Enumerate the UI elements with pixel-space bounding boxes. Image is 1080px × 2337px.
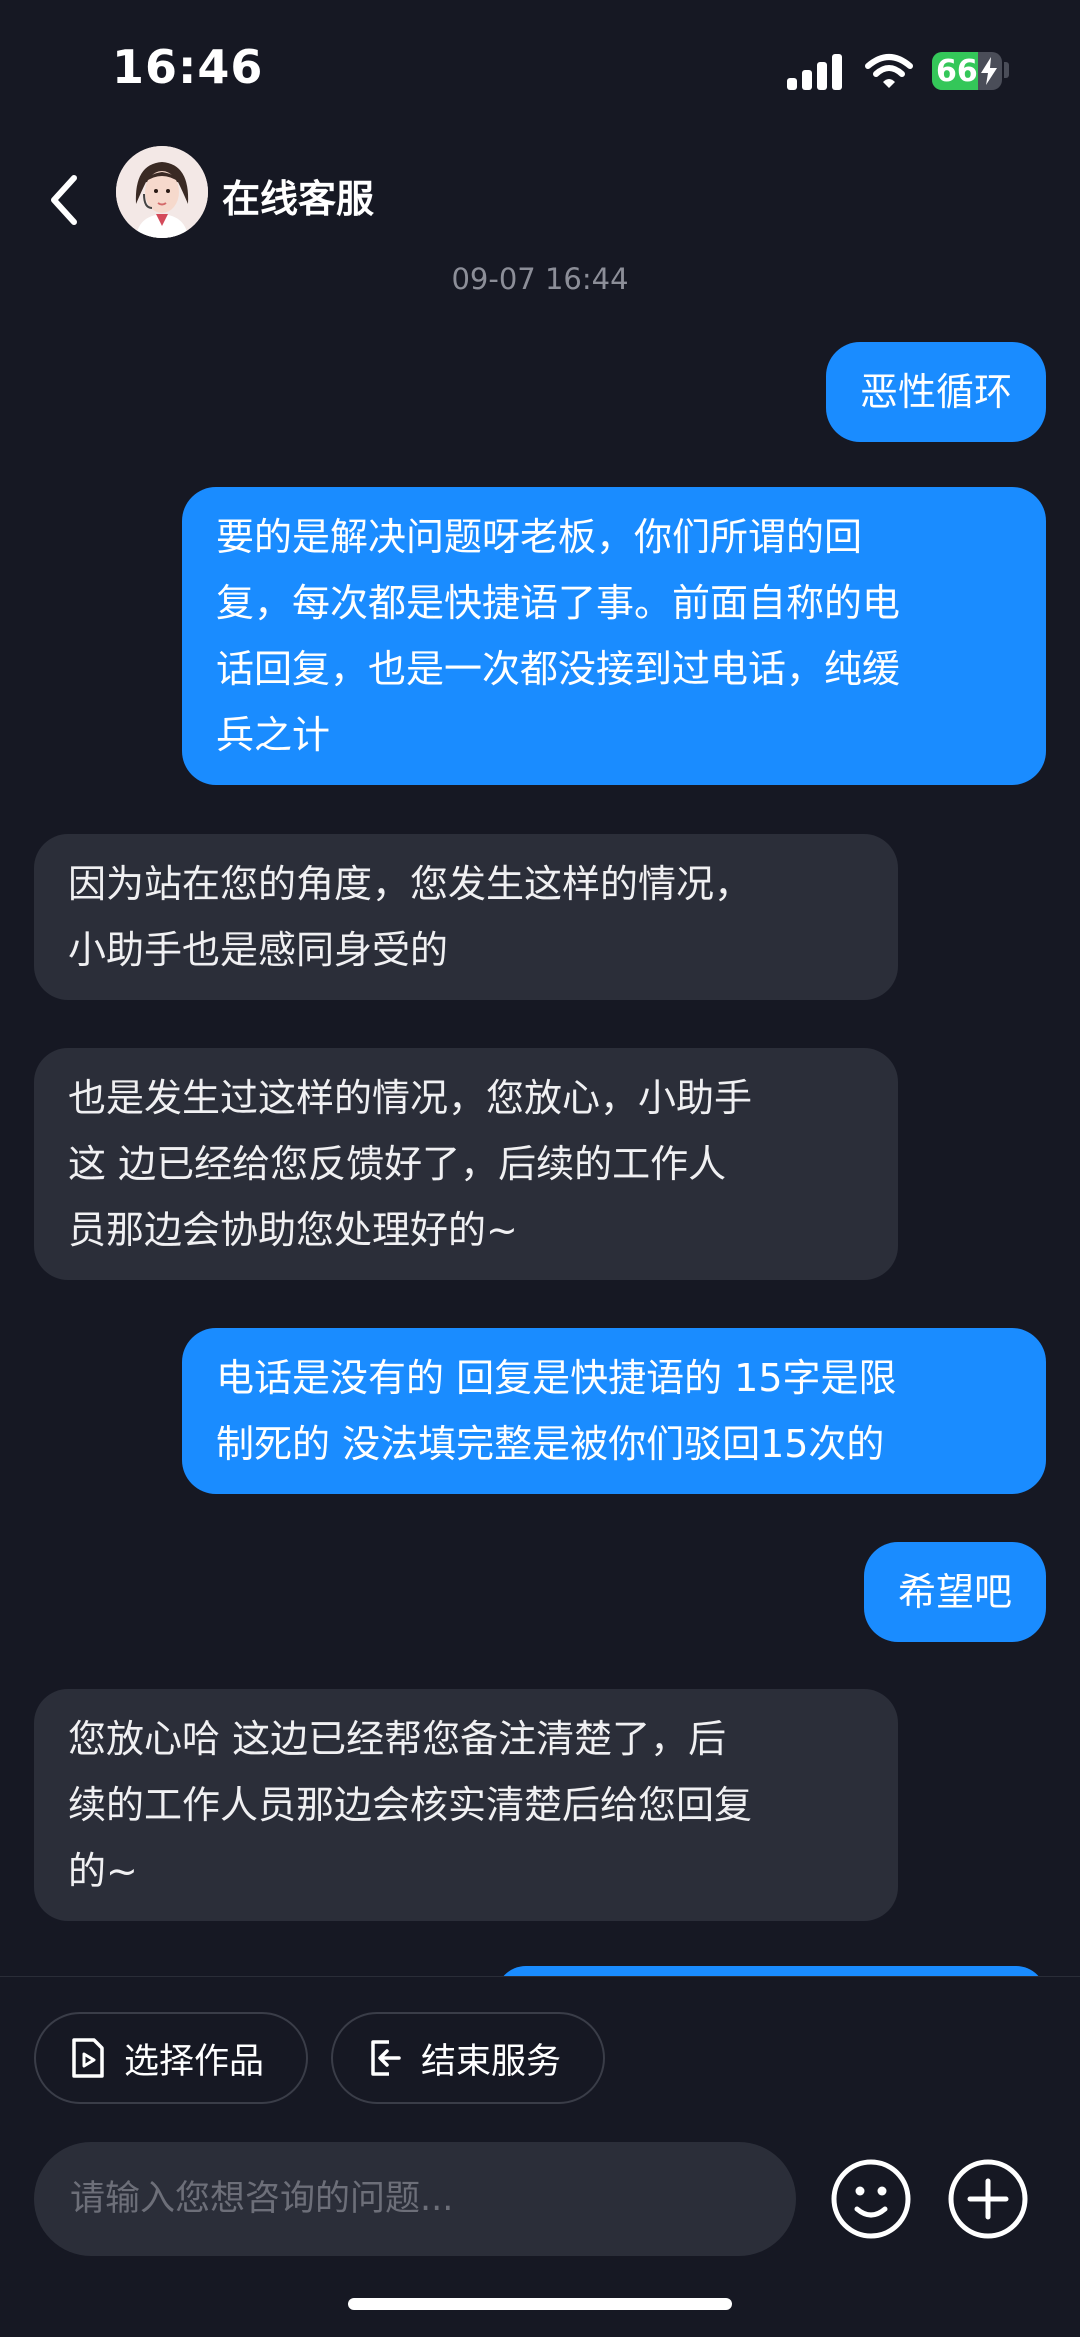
status-time: 16:46 [112, 40, 264, 94]
select-work-button[interactable]: 选择作品 [34, 2012, 308, 2104]
video-file-icon [72, 2038, 104, 2078]
end-service-button[interactable]: 结束服务 [331, 2012, 605, 2104]
battery-percent: 66 [936, 54, 978, 89]
battery-cap [1004, 62, 1009, 78]
agent-message-bubble[interactable]: 因为站在您的角度，您发生这样的情况， 小助手也是感同身受的 [34, 834, 898, 1000]
agent-message-bubble[interactable]: 您放心哈 这边已经帮您备注清楚了，后 续的工作人员那边会核实清楚后给您回复 的~ [34, 1689, 898, 1921]
agent-message-bubble[interactable]: 也是发生过这样的情况，您放心，小助手 这 边已经给您反馈好了，后续的工作人 员那… [34, 1048, 898, 1280]
message-input[interactable] [34, 2142, 796, 2256]
plus-icon[interactable] [946, 2157, 1030, 2241]
chat-header: 在线客服 [0, 140, 1080, 270]
exit-icon [371, 2040, 401, 2076]
end-service-label: 结束服务 [421, 2041, 562, 2082]
wifi-icon [865, 54, 913, 88]
back-button[interactable] [40, 160, 92, 240]
my-message-bubble[interactable]: 希望吧 [863, 1542, 1046, 1642]
my-message-bubble[interactable]: 要的是解决问题呀老板，你们所谓的回 复，每次都是快捷语了事。前面自称的电 话回复… [182, 487, 1046, 785]
agent-avatar[interactable] [116, 146, 208, 238]
my-message-bubble[interactable]: 电话是没有的 回复是快捷语的 15字是限 制死的 没法填完整是被你们驳回15次的 [182, 1328, 1046, 1494]
battery-icon: 66 [932, 52, 1002, 90]
home-indicator[interactable] [348, 2298, 732, 2310]
my-message-bubble[interactable]: 恶性循环 [825, 342, 1046, 442]
chat-title: 在线客服 [222, 177, 375, 221]
signal-icon [787, 52, 843, 90]
message-timestamp: 09-07 16:44 [451, 262, 629, 296]
emoji-icon[interactable] [829, 2157, 913, 2241]
charging-bolt-icon [981, 57, 997, 85]
status-bar: 16:46 66 [0, 0, 1080, 140]
bottom-panel: 选择作品 结束服务 [0, 1976, 1080, 2337]
select-work-label: 选择作品 [124, 2041, 265, 2082]
